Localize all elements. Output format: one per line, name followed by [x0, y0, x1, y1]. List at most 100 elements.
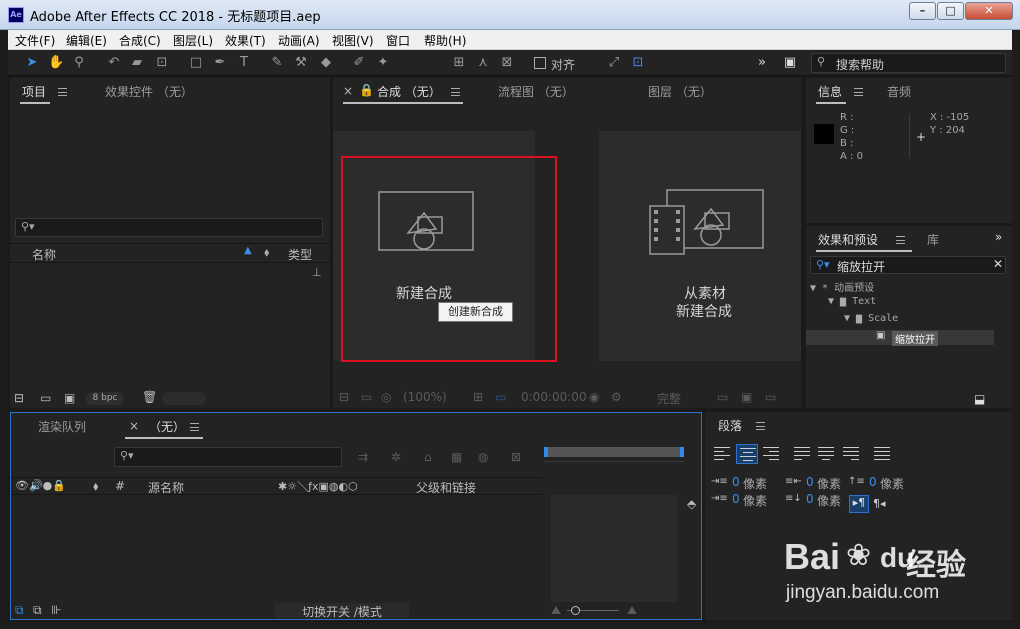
align-left-icon[interactable]	[714, 447, 730, 461]
space-after-value[interactable]: 0	[806, 492, 814, 506]
menu-composition[interactable]: 合成(C)	[119, 32, 161, 49]
brush-tool-icon[interactable]: ✎	[269, 55, 285, 71]
column-parent[interactable]: 父级和链接	[416, 479, 476, 496]
indent-right-value[interactable]: 0	[806, 475, 814, 489]
tree-scale-folder[interactable]: ▼ ▆ Scale	[844, 313, 898, 329]
work-area-bar[interactable]	[544, 447, 684, 457]
zoom-tool-icon[interactable]: ⚲	[71, 55, 87, 71]
menu-layer[interactable]: 图层(L)	[173, 32, 213, 49]
menu-animation[interactable]: 动画(A)	[278, 32, 320, 49]
transparency-grid-icon[interactable]: ▣	[741, 390, 752, 404]
zoom-out-icon[interactable]: ⛰	[551, 603, 561, 618]
tab-audio[interactable]: 音频	[887, 83, 911, 100]
thumbnail-slider[interactable]	[162, 392, 206, 405]
tree-animation-presets[interactable]: ▼ * 动画预设	[810, 279, 874, 295]
menu-file[interactable]: 文件(F)	[15, 32, 55, 49]
tab-flowchart[interactable]: 流程图 （无）	[498, 83, 574, 100]
first-line-indent-value[interactable]: 0	[732, 492, 740, 506]
ltr-direction-button[interactable]: ▸¶	[849, 495, 869, 513]
bit-depth-button[interactable]: 8 bpc	[86, 392, 124, 405]
column-type[interactable]: 类型	[288, 246, 312, 263]
roi-icon[interactable]: ▭	[717, 390, 728, 404]
switches-icons[interactable]: ✱☼＼ƒx▣◍◐⬡	[278, 478, 358, 494]
new-comp-from-footage-card[interactable]: 从素材 新建合成	[599, 131, 801, 361]
tab-timeline-none[interactable]: （无）	[149, 418, 185, 435]
camera-view-icon[interactable]: ▭	[765, 390, 776, 404]
justify-last-left-icon[interactable]	[794, 447, 810, 461]
shy-layers-icon[interactable]: ⌂	[424, 450, 432, 464]
align-center-button[interactable]	[736, 444, 758, 464]
tab-paragraph[interactable]: 段落	[718, 417, 742, 434]
rotate-tool-icon[interactable]: ↶	[106, 55, 122, 71]
tab-effect-controls[interactable]: 效果控件 （无）	[105, 83, 193, 100]
interpret-footage-icon[interactable]: ⊟	[14, 391, 24, 405]
transfer-controls-icon[interactable]: ⧉	[33, 603, 42, 618]
workspace-icon[interactable]: ▣	[782, 55, 798, 71]
rectangle-tool-icon[interactable]: □	[188, 55, 204, 71]
panel-menu-icon[interactable]	[58, 88, 67, 96]
menu-help[interactable]: 帮助(H)	[424, 32, 466, 49]
indent-left-value[interactable]: 0	[732, 475, 740, 489]
justify-all-icon[interactable]	[874, 447, 890, 461]
label-tag-icon[interactable]: ⬧	[93, 479, 98, 494]
snapshot-icon[interactable]: ◉	[589, 390, 599, 404]
grid-icon[interactable]: ⊞	[473, 390, 483, 404]
preview-icon[interactable]: ⊟	[339, 390, 349, 404]
menu-view[interactable]: 视图(V)	[332, 32, 374, 49]
tab-info[interactable]: 信息	[818, 83, 842, 100]
timeline-search-input[interactable]: ⚲▾	[114, 447, 342, 467]
selected-preset-row[interactable]: ▣ 缩放拉开	[806, 330, 994, 346]
snapping-checkbox[interactable]	[534, 57, 546, 69]
zoom-in-icon[interactable]: ⛰	[627, 603, 637, 618]
delete-icon[interactable]: 🗑	[142, 390, 157, 404]
close-tab-icon[interactable]: ×	[343, 84, 353, 98]
snap-target-icon[interactable]: ⊡	[630, 55, 646, 71]
menu-edit[interactable]: 编辑(E)	[66, 32, 107, 49]
world-axis-icon[interactable]: ⋏	[475, 55, 491, 71]
zoom-slider-handle[interactable]	[571, 606, 580, 615]
motion-blur-icon[interactable]: ◍	[478, 450, 488, 464]
draft-3d-icon[interactable]: ✲	[391, 450, 401, 464]
column-name[interactable]: 名称	[32, 246, 56, 263]
sort-ascending-icon[interactable]: ▲	[244, 245, 252, 256]
column-number[interactable]: #	[115, 479, 125, 493]
tab-library[interactable]: 库	[927, 231, 939, 248]
column-source-name[interactable]: 源名称	[148, 479, 184, 496]
eraser-tool-icon[interactable]: ◆	[318, 55, 334, 71]
region-icon[interactable]: ▭	[495, 390, 506, 404]
comp-mini-flowchart-icon[interactable]: ⇉	[358, 450, 368, 464]
clear-search-icon[interactable]: ✕	[993, 257, 1003, 271]
minimize-button[interactable]: –	[909, 2, 936, 20]
view-axis-icon[interactable]: ⊠	[499, 55, 515, 71]
tab-effects-presets[interactable]: 效果和预设	[818, 231, 878, 248]
pen-tool-icon[interactable]: ✒	[212, 55, 228, 71]
monitor-icon[interactable]: ▭	[361, 390, 372, 404]
local-axis-icon[interactable]: ⊞	[451, 55, 467, 71]
new-preset-icon[interactable]: ⬓	[974, 392, 985, 406]
menu-effect[interactable]: 效果(T)	[225, 32, 266, 49]
tab-render-queue[interactable]: 渲染队列	[38, 418, 86, 435]
help-search-input[interactable]: ⚲ 搜索帮助	[811, 53, 1006, 73]
roto-brush-tool-icon[interactable]: ✐	[351, 55, 367, 71]
clone-stamp-tool-icon[interactable]: ⚒	[293, 55, 309, 71]
new-folder-icon[interactable]: ▭	[40, 391, 51, 405]
in-out-icon[interactable]: ⊪	[51, 603, 61, 617]
flowchart-icon[interactable]: ⊥	[312, 266, 322, 279]
effects-search-input[interactable]: ⚲▾ 缩放拉开 ✕	[810, 256, 1006, 274]
snap-option-icon[interactable]: ⤢	[606, 55, 622, 71]
space-before-value[interactable]: 0	[869, 475, 877, 489]
align-right-icon[interactable]	[763, 447, 779, 461]
rtl-direction-icon[interactable]: ¶◂	[873, 497, 886, 510]
camera-tool-icon[interactable]: ▰	[129, 55, 145, 71]
frame-blending-icon[interactable]: ▦	[451, 450, 462, 464]
type-tool-icon[interactable]: T	[236, 55, 252, 71]
channel-icon[interactable]: ⚙	[611, 390, 622, 404]
panel-menu-icon[interactable]	[896, 236, 905, 244]
comp-button-icon[interactable]: ⬘	[687, 497, 696, 511]
av-features-icons[interactable]: 👁🔊●🔒	[15, 479, 66, 492]
resolution-select[interactable]: 完整	[657, 390, 681, 407]
pan-behind-tool-icon[interactable]: ⊡	[154, 55, 170, 71]
tab-layer[interactable]: 图层 （无）	[648, 83, 712, 100]
tab-composition[interactable]: 合成 （无）	[377, 83, 441, 100]
panel-menu-icon[interactable]	[756, 422, 765, 430]
